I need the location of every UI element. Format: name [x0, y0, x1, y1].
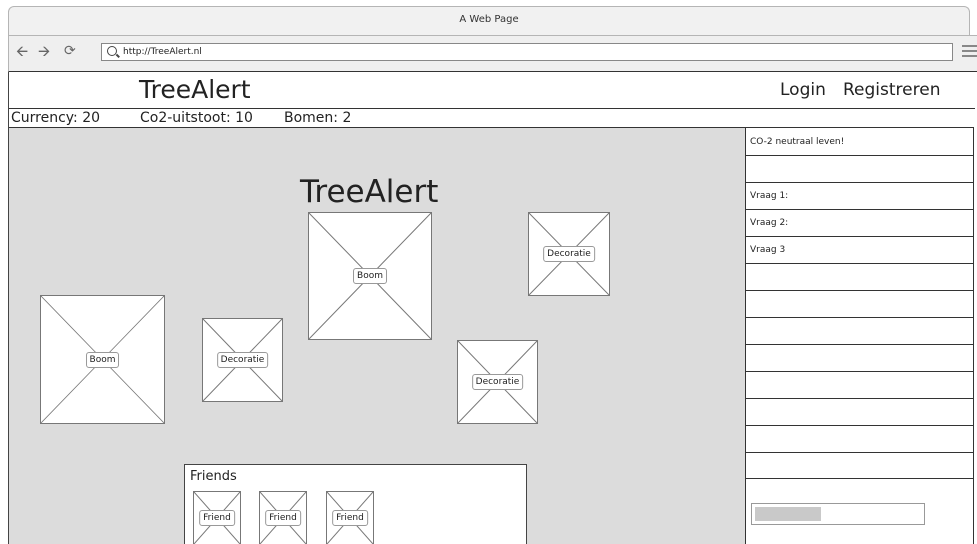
friend-avatar[interactable]: Friend [326, 491, 374, 544]
back-arrow-icon[interactable]: 🡨 [16, 41, 28, 61]
canvas-title: TreeAlert [300, 174, 439, 210]
sidebar-empty-row [746, 399, 974, 426]
co2-stat: Co2-uitstoot: 10 [140, 110, 253, 126]
window-title: A Web Page [459, 14, 519, 25]
search-icon [107, 46, 117, 56]
item-label: Decoratie [543, 246, 595, 262]
site-logo-text[interactable]: TreeAlert [139, 74, 251, 106]
question-item[interactable]: Vraag 2: [746, 210, 974, 237]
url-text: http://TreeAlert.nl [123, 47, 202, 57]
login-link[interactable]: Login [780, 80, 826, 100]
friend-label: Friend [265, 510, 301, 526]
sidebar-empty-row [746, 426, 974, 453]
question-item[interactable]: Vraag 1: [746, 183, 974, 210]
item-label: Boom [85, 351, 120, 368]
item-label: Decoratie [216, 352, 269, 368]
sidebar-empty-row [746, 291, 974, 318]
sidebar-headline: CO-2 neutraal leven! [746, 128, 974, 156]
friend-avatar[interactable]: Friend [193, 491, 241, 544]
sidebar-empty-row [746, 372, 974, 399]
friend-label: Friend [332, 510, 368, 526]
sidebar-top-row [746, 109, 974, 128]
tree-placeholder[interactable]: Boom [40, 295, 165, 424]
register-link[interactable]: Registreren [843, 80, 940, 100]
stats-bar: Currency: 20 Co2-uitstoot: 10 Bomen: 2 [9, 109, 746, 128]
tree-placeholder[interactable]: Boom [308, 212, 432, 340]
currency-stat: Currency: 20 [11, 110, 101, 126]
decoration-placeholder[interactable]: Decoratie [457, 340, 538, 424]
decoration-placeholder[interactable]: Decoratie [202, 318, 283, 402]
hamburger-menu-icon[interactable] [962, 45, 977, 59]
friend-avatar[interactable]: Friend [259, 491, 307, 544]
friends-title: Friends [190, 469, 237, 484]
address-bar[interactable]: http://TreeAlert.nl [101, 43, 953, 61]
sidebar-empty-row [746, 156, 974, 183]
forward-arrow-icon[interactable]: 🡪 [38, 41, 50, 61]
question-item[interactable]: Vraag 3 [746, 237, 974, 264]
friend-label: Friend [199, 510, 235, 526]
window-title-bar: A Web Page [8, 6, 970, 35]
progress-fill [755, 507, 821, 521]
progress-bar [751, 503, 925, 525]
sidebar-empty-row [746, 264, 974, 291]
sidebar-empty-row [746, 453, 974, 479]
reload-icon[interactable]: ⟳ [64, 41, 76, 61]
item-label: Decoratie [471, 374, 524, 390]
item-label: Boom [353, 268, 387, 284]
sidebar-empty-row [746, 345, 974, 372]
decoration-placeholder[interactable]: Decoratie [528, 212, 610, 296]
trees-stat: Bomen: 2 [284, 110, 352, 126]
sidebar-empty-row [746, 318, 974, 345]
